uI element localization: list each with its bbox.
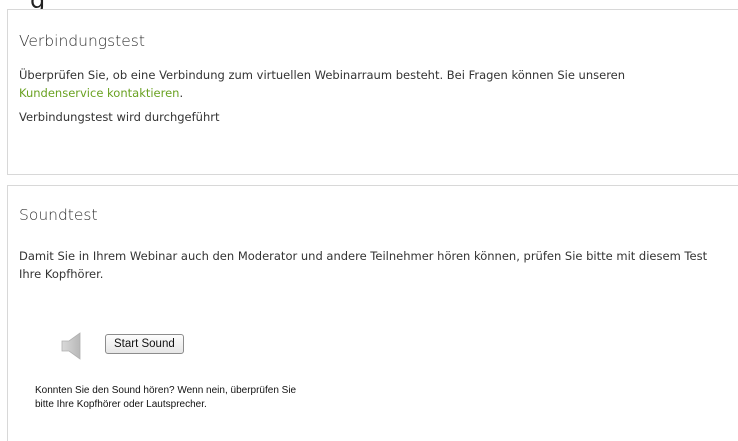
page: g Verbindungstest Überprüfen Sie, ob ein… (0, 0, 738, 441)
connection-description-text: Überprüfen Sie, ob eine Verbindung zum v… (19, 68, 626, 82)
connection-status-text: Verbindungstest wird durchgeführt (19, 110, 220, 124)
start-sound-button[interactable]: Start Sound (105, 334, 184, 354)
sound-test-panel: Soundtest Damit Sie in Ihrem Webinar auc… (7, 185, 738, 441)
speaker-icon (61, 332, 81, 360)
connection-description-suffix: . (179, 86, 184, 100)
customer-service-link[interactable]: Kundenservice kontaktieren (19, 86, 179, 100)
sound-hint-line-1: Konnten Sie den Sound hören? Wenn nein, … (35, 385, 297, 396)
sound-test-description: Damit Sie in Ihrem Webinar auch den Mode… (19, 249, 708, 281)
sound-test-title: Soundtest (19, 206, 98, 224)
connection-test-panel: Verbindungstest Überprüfen Sie, ob eine … (7, 9, 738, 175)
sound-hint-text: Konnten Sie den Sound hören? Wenn nein, … (35, 384, 395, 412)
connection-test-title: Verbindungstest (19, 32, 145, 50)
sound-hint-line-2: bitte Ihre Kopfhörer oder Lautsprecher. (35, 399, 207, 410)
connection-test-description: Überprüfen Sie, ob eine Verbindung zum v… (19, 66, 719, 102)
